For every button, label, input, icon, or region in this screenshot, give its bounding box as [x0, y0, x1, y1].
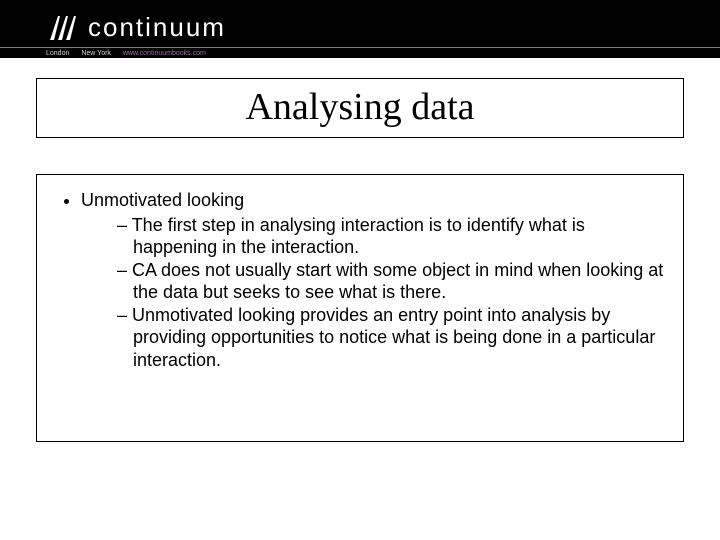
- slide-content-box: Unmotivated looking The first step in an…: [36, 174, 684, 442]
- slide-title-box: Analysing data: [36, 78, 684, 138]
- subheader-city-2: New York: [81, 50, 111, 57]
- sub-bullet-list: The first step in analysing interaction …: [81, 214, 665, 372]
- sub-bullet: CA does not usually start with some obje…: [117, 259, 665, 304]
- bullet-list: Unmotivated looking The first step in an…: [55, 189, 665, 371]
- slide-header: continuum London New York www.continuumb…: [0, 0, 720, 58]
- subheader-url: www.continuumbooks.com: [123, 50, 206, 57]
- sub-bullet: The first step in analysing interaction …: [117, 214, 665, 259]
- header-subline: London New York www.continuumbooks.com: [0, 48, 720, 58]
- continuum-logo-icon: [46, 10, 80, 44]
- bullet-top: Unmotivated looking The first step in an…: [81, 189, 665, 371]
- sub-bullet: Unmotivated looking provides an entry po…: [117, 304, 665, 372]
- brand-logo: continuum: [46, 10, 226, 44]
- subheader-city-1: London: [46, 50, 69, 57]
- brand-name: continuum: [88, 12, 226, 43]
- bullet-top-text: Unmotivated looking: [81, 190, 244, 210]
- slide-title: Analysing data: [37, 85, 683, 129]
